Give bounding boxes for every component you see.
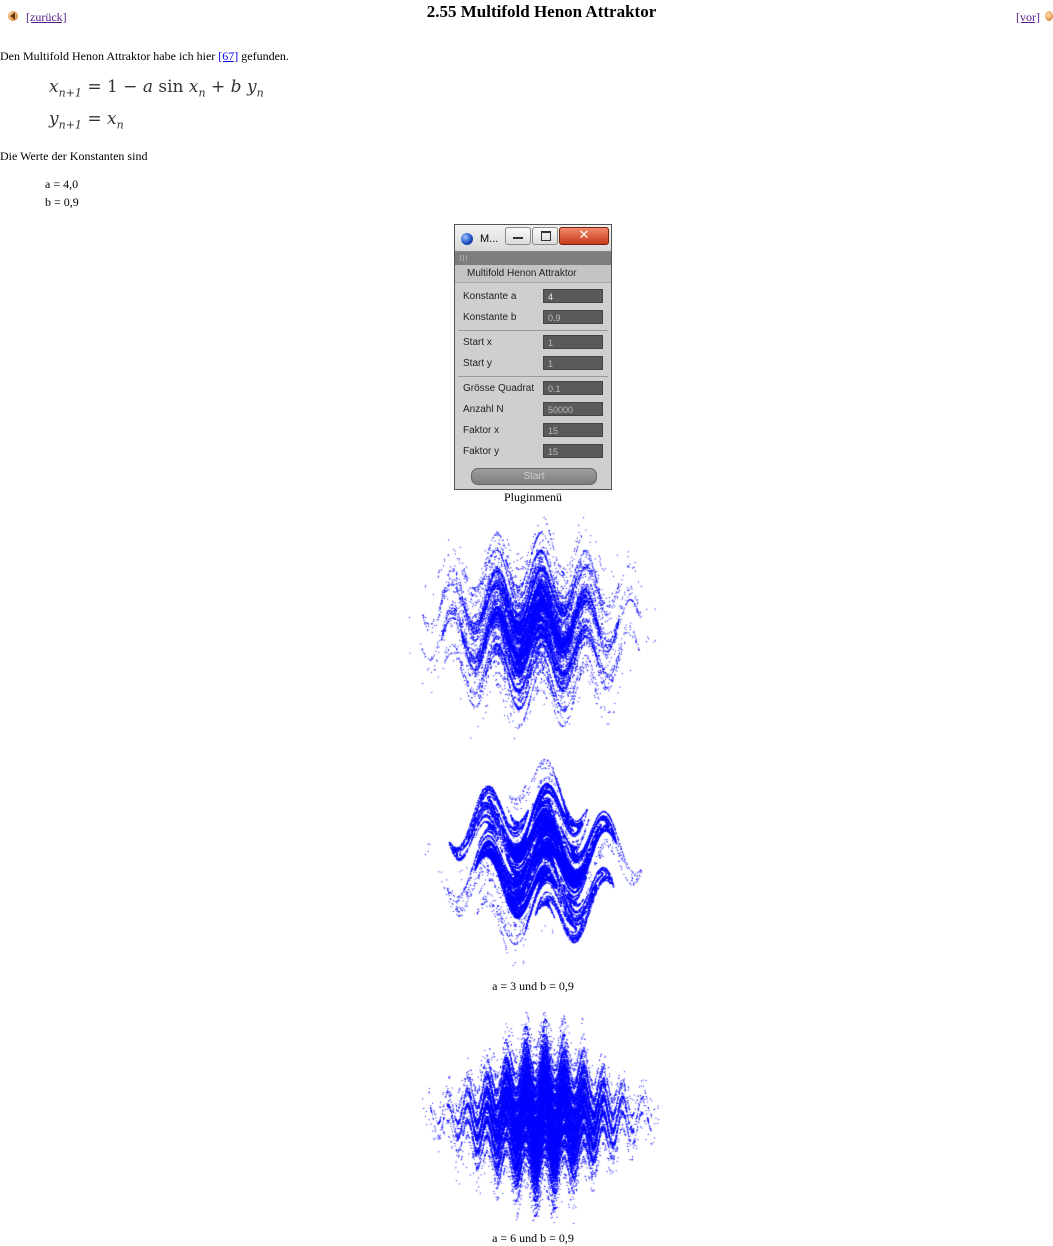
close-icon: ✕	[578, 227, 590, 242]
field-row: Anzahl N 50000	[455, 400, 611, 420]
intro-text: Den Multifold Henon Attraktor habe ich h…	[0, 49, 289, 63]
field-label: Konstante b	[463, 312, 517, 323]
divider	[458, 330, 608, 331]
field-row: Start y 1	[455, 354, 611, 374]
field-label: Faktor y	[463, 446, 500, 457]
attractor-image-a6	[420, 1010, 660, 1225]
maximize-icon	[541, 231, 551, 241]
faktor-y-input[interactable]: 15	[543, 444, 603, 458]
anzahl-n-input[interactable]: 50000	[543, 402, 603, 416]
konstante-b-input[interactable]: 0.9	[543, 310, 603, 324]
start-button[interactable]: Start	[471, 468, 597, 485]
minimize-button[interactable]	[505, 227, 531, 245]
start-x-input[interactable]: 1	[543, 335, 603, 349]
field-label: Konstante a	[463, 291, 517, 302]
close-button[interactable]: ✕	[559, 227, 609, 245]
field-row: Faktor y 15	[455, 442, 611, 462]
figure-caption-a6: a = 6 und b = 0,9	[492, 1231, 574, 1245]
grip-icon	[460, 255, 468, 261]
constant-a: a = 4,0	[45, 177, 79, 191]
faktor-x-input[interactable]: 15	[543, 423, 603, 437]
plugin-window: M... ✕ Multifold Henon Attraktor Konstan…	[454, 224, 612, 490]
reference-link[interactable]: [67]	[218, 49, 238, 63]
field-row: Start x 1	[455, 333, 611, 353]
start-y-input[interactable]: 1	[543, 356, 603, 370]
field-label: Anzahl N	[463, 404, 504, 415]
plugin-header: Multifold Henon Attraktor	[455, 265, 611, 283]
field-row: Faktor x 15	[455, 421, 611, 441]
window-titlebar[interactable]: M... ✕	[455, 225, 611, 252]
constants-intro: Die Werte der Konstanten sind	[0, 149, 148, 163]
figure-caption-a3: a = 3 und b = 0,9	[492, 979, 574, 993]
app-orb-icon	[461, 233, 473, 245]
divider	[458, 376, 608, 377]
field-row: Grösse Quadrat 0.1	[455, 379, 611, 399]
field-row: Konstante b 0.9	[455, 308, 611, 328]
maximize-button[interactable]	[532, 227, 558, 245]
field-label: Faktor x	[463, 425, 500, 436]
minimize-icon	[513, 237, 523, 239]
field-label: Grösse Quadrat	[463, 383, 535, 394]
equation-x: xn+1 = 1 − a sin xn + b yn	[49, 77, 264, 100]
attractor-image-a3	[423, 757, 643, 967]
drag-grip[interactable]	[455, 252, 611, 265]
plugin-caption: Pluginmenü	[503, 490, 562, 504]
konstante-a-input[interactable]: 4	[543, 289, 603, 303]
field-row: Konstante a 4	[455, 287, 611, 307]
equation-y: yn+1 = xn	[49, 109, 124, 132]
page-title: 2.55 Multifold Henon Attraktor	[426, 2, 657, 21]
field-label: Start y	[463, 358, 492, 369]
field-label: Start x	[463, 337, 492, 348]
window-title: M...	[480, 233, 499, 245]
attractor-image-a4	[407, 515, 657, 740]
constant-b: b = 0,9	[45, 195, 79, 209]
groesse-quadrat-input[interactable]: 0.1	[543, 381, 603, 395]
